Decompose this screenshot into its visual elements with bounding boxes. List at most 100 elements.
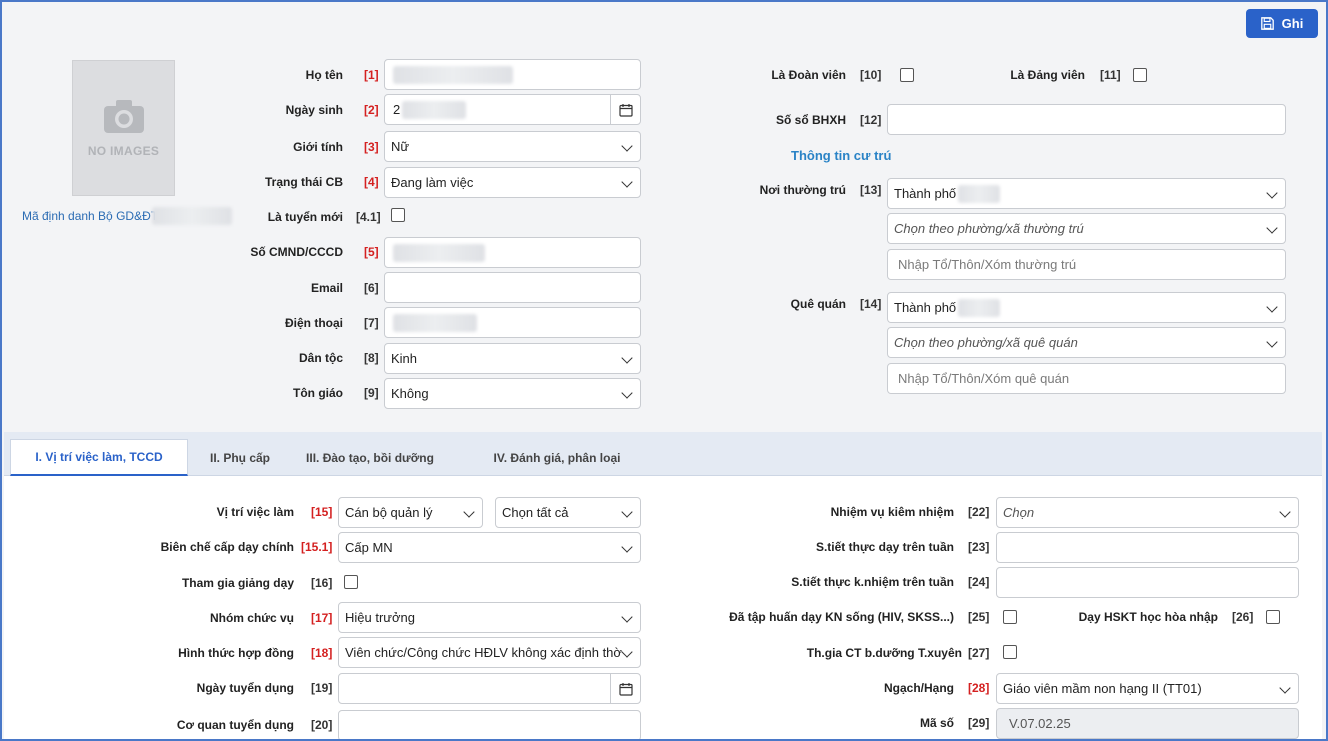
que-quan-ward-placeholder: Chọn theo phường/xã quê quán: [894, 335, 1078, 350]
chevron-down-icon: [621, 646, 633, 658]
thuong-tru-street-input[interactable]: Nhập Tổ/Thôn/Xóm thường trú: [887, 249, 1286, 280]
kiem-nhiem-select[interactable]: Chọn: [996, 497, 1299, 528]
cmnd-num: [5]: [364, 245, 379, 259]
cu-tru-section-title: Thông tin cư trú: [791, 148, 892, 163]
thuong-tru-ward-select[interactable]: Chọn theo phường/xã thường trú: [887, 213, 1286, 244]
ton-giao-select[interactable]: Không: [384, 378, 641, 409]
employee-profile-form: Ghi NO IMAGES Mã định danh Bộ GD&ĐT: Họ …: [0, 0, 1328, 741]
tiet-day-input[interactable]: [996, 532, 1299, 563]
ngach-value: Giáo viên mầm non hạng II (TT01): [1003, 681, 1202, 696]
doan-vien-label: Là Đoàn viên: [771, 68, 846, 82]
thuong-tru-ward-placeholder: Chọn theo phường/xã thường trú: [894, 221, 1084, 236]
ma-so-label: Mã số: [919, 716, 954, 730]
gioi-tinh-label: Giới tính: [293, 140, 343, 154]
dang-vien-checkbox[interactable]: [1133, 68, 1147, 82]
chevron-down-icon: [621, 140, 633, 152]
chevron-down-icon: [621, 387, 633, 399]
ho-ten-label: Họ tên: [305, 68, 343, 82]
trang-thai-select[interactable]: Đang làm việc: [384, 167, 641, 198]
nhom-chuc-vu-value: Hiệu trưởng: [345, 610, 415, 625]
giang-day-num: [16]: [311, 576, 333, 590]
thuong-tru-city-select[interactable]: Thành phố: [887, 178, 1286, 209]
tuyen-moi-checkbox[interactable]: [391, 208, 405, 222]
chevron-down-icon: [463, 506, 475, 518]
que-quan-street-input[interactable]: Nhập Tổ/Thôn/Xóm quê quán: [887, 363, 1286, 394]
ton-giao-label: Tôn giáo: [293, 386, 343, 400]
que-quan-ward-select[interactable]: Chọn theo phường/xã quê quán: [887, 327, 1286, 358]
boi-duong-checkbox[interactable]: [1003, 645, 1017, 659]
tab-dao-tao[interactable]: III. Đào tạo, bồi dưỡng: [300, 439, 440, 476]
email-input[interactable]: [384, 272, 641, 303]
ton-giao-value: Không: [391, 386, 429, 401]
boi-duong-num: [27]: [968, 646, 990, 660]
ma-dinh-danh-label: Mã định danh Bộ GD&ĐT:: [22, 209, 161, 223]
camera-icon: [103, 100, 144, 133]
chevron-down-icon: [621, 176, 633, 188]
ngach-num: [28]: [968, 681, 990, 695]
doan-vien-num: [10]: [860, 68, 882, 82]
save-button[interactable]: Ghi: [1246, 9, 1318, 38]
giang-day-checkbox[interactable]: [344, 575, 358, 589]
dan-toc-select[interactable]: Kinh: [384, 343, 641, 374]
hop-dong-label: Hình thức hợp đồng: [178, 646, 294, 660]
dien-thoai-input[interactable]: [384, 307, 641, 338]
hop-dong-num: [18]: [311, 646, 333, 660]
dien-thoai-label: Điện thoại: [284, 316, 343, 330]
tiet-kn-num: [24]: [968, 575, 990, 589]
gioi-tinh-select[interactable]: Nữ: [384, 131, 641, 162]
nhom-chuc-vu-select[interactable]: Hiệu trưởng: [338, 602, 641, 633]
vi-tri-num: [15]: [311, 505, 333, 519]
ngach-select[interactable]: Giáo viên mầm non hạng II (TT01): [996, 673, 1299, 704]
calendar-icon[interactable]: [610, 95, 640, 124]
ma-so-num: [29]: [968, 716, 990, 730]
hop-dong-select[interactable]: Viên chức/Công chức HĐLV không xác định …: [338, 637, 641, 668]
chevron-down-icon: [621, 352, 633, 364]
bhxh-input[interactable]: [887, 104, 1286, 135]
vi-tri-sub-select[interactable]: Chọn tất cả: [495, 497, 641, 528]
ngay-tuyen-num: [19]: [311, 681, 333, 695]
co-quan-input[interactable]: [338, 710, 641, 739]
chevron-down-icon: [1266, 336, 1278, 348]
floppy-disk-icon: [1260, 17, 1274, 30]
doan-vien-checkbox[interactable]: [900, 68, 914, 82]
hskt-label: Dạy HSKT học hòa nhập: [1078, 610, 1218, 624]
thuong-tru-street-placeholder: Nhập Tổ/Thôn/Xóm thường trú: [898, 257, 1077, 272]
tuyen-moi-label: Là tuyển mới: [267, 210, 343, 224]
cmnd-input[interactable]: [384, 237, 641, 268]
que-quan-num: [14]: [860, 297, 882, 311]
tab-vi-tri-viec-lam[interactable]: I. Vị trí việc làm, TCCD: [10, 439, 188, 476]
ngay-tuyen-input[interactable]: [338, 673, 641, 704]
tab-danh-gia[interactable]: IV. Đánh giá, phân loại: [482, 439, 632, 476]
tab-phu-cap[interactable]: II. Phụ cấp: [190, 439, 290, 476]
calendar-icon[interactable]: [610, 674, 640, 703]
thuong-tru-city-value: Thành phố: [894, 186, 957, 201]
email-num: [6]: [364, 281, 379, 295]
co-quan-label: Cơ quan tuyển dụng: [176, 718, 294, 732]
nhom-chuc-vu-num: [17]: [311, 611, 333, 625]
ho-ten-num: [1]: [364, 68, 379, 82]
profile-photo[interactable]: NO IMAGES: [72, 60, 175, 196]
dang-vien-label: Là Đảng viên: [1010, 68, 1085, 82]
ngay-sinh-num: [2]: [364, 103, 379, 117]
que-quan-street-placeholder: Nhập Tổ/Thôn/Xóm quê quán: [898, 371, 1070, 386]
ho-ten-input[interactable]: [384, 59, 641, 90]
que-quan-city-value: Thành phố: [894, 300, 957, 315]
hskt-checkbox[interactable]: [1266, 610, 1280, 624]
vi-tri-label: Vị trí việc làm: [216, 505, 294, 519]
chevron-down-icon: [1266, 301, 1278, 313]
chevron-down-icon: [1279, 682, 1291, 694]
thuong-tru-num: [13]: [860, 183, 882, 197]
vi-tri-select[interactable]: Cán bộ quản lý: [338, 497, 483, 528]
tiet-kn-input[interactable]: [996, 567, 1299, 598]
trang-thai-label: Trạng thái CB: [264, 175, 343, 189]
ngay-sinh-value: 2: [393, 102, 401, 117]
kiem-nhiem-num: [22]: [968, 505, 990, 519]
dang-vien-num: [11]: [1100, 68, 1121, 82]
bien-che-select[interactable]: Cấp MN: [338, 532, 641, 563]
dien-thoai-num: [7]: [364, 316, 379, 330]
vi-tri-value: Cán bộ quản lý: [345, 505, 433, 520]
tap-huan-checkbox[interactable]: [1003, 610, 1017, 624]
ngay-sinh-input[interactable]: 2: [384, 94, 641, 125]
que-quan-city-select[interactable]: Thành phố: [887, 292, 1286, 323]
hop-dong-value: Viên chức/Công chức HĐLV không xác định …: [345, 645, 622, 660]
